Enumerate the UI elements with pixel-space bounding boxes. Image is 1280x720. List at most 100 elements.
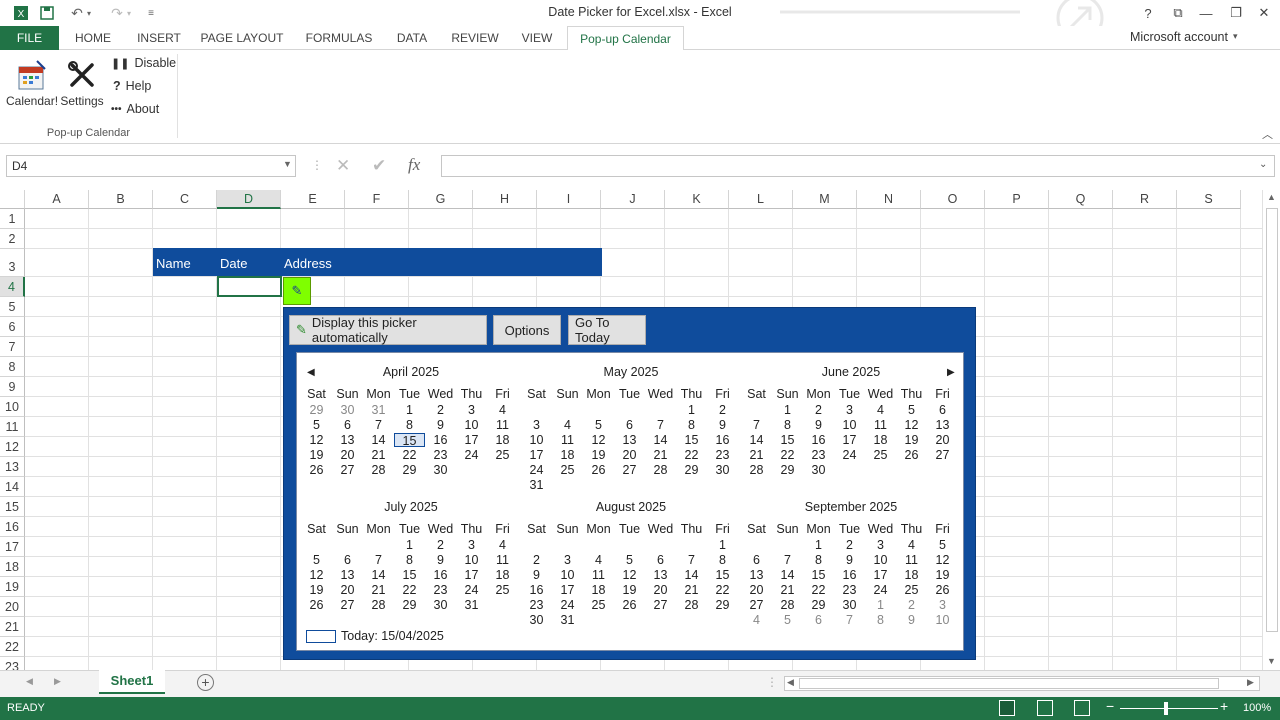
calendar-day[interactable]: 20: [614, 448, 645, 462]
calendar-day[interactable]: 13: [614, 433, 645, 447]
calendar-day[interactable]: 27: [741, 598, 772, 612]
row-header-1[interactable]: 1: [0, 209, 25, 229]
calendar-day[interactable]: 29: [707, 598, 738, 612]
calendar-day[interactable]: 23: [425, 583, 456, 597]
tab-formulas[interactable]: FORMULAS: [300, 26, 378, 50]
vertical-scrollbar[interactable]: ▲ ▼: [1262, 190, 1280, 670]
calendar-day[interactable]: 24: [521, 463, 552, 477]
scroll-left-icon[interactable]: ◀: [787, 677, 794, 688]
row-header-13[interactable]: 13: [0, 457, 25, 477]
calendar-day[interactable]: 18: [487, 568, 518, 582]
row-header-5[interactable]: 5: [0, 297, 25, 317]
calendar-day[interactable]: 10: [521, 433, 552, 447]
cancel-icon[interactable]: ✕: [336, 156, 350, 176]
calendar-day[interactable]: 2: [896, 598, 927, 612]
calendar-day[interactable]: 30: [803, 463, 834, 477]
next-sheet-icon[interactable]: ▶: [54, 676, 61, 687]
calendar-day[interactable]: 22: [803, 583, 834, 597]
calendar-day[interactable]: 25: [583, 598, 614, 612]
row-header-22[interactable]: 22: [0, 637, 25, 657]
name-box[interactable]: D4: [6, 155, 296, 177]
calendar-day[interactable]: 6: [741, 553, 772, 567]
calendar-day[interactable]: 6: [614, 418, 645, 432]
today-label[interactable]: Today: 15/04/2025: [341, 629, 444, 643]
calendar-day[interactable]: 16: [834, 568, 865, 582]
column-header-s[interactable]: S: [1177, 190, 1241, 209]
row-header-8[interactable]: 8: [0, 357, 25, 377]
calendar-day[interactable]: 5: [896, 403, 927, 417]
calendar-day[interactable]: 22: [772, 448, 803, 462]
calendar-day[interactable]: 19: [301, 448, 332, 462]
calendar-day[interactable]: 16: [425, 568, 456, 582]
calendar-day[interactable]: 20: [332, 583, 363, 597]
calendar-day[interactable]: 21: [676, 583, 707, 597]
calendar-day[interactable]: 10: [456, 418, 487, 432]
calendar-day[interactable]: 28: [676, 598, 707, 612]
calendar-day[interactable]: 19: [896, 433, 927, 447]
calendar-day[interactable]: 7: [741, 418, 772, 432]
calendar-day[interactable]: 28: [645, 463, 676, 477]
column-header-k[interactable]: K: [665, 190, 729, 209]
calendar-day[interactable]: 13: [741, 568, 772, 582]
tab-split-grip-icon[interactable]: ⋮: [766, 675, 778, 689]
calendar-day[interactable]: 3: [927, 598, 958, 612]
calendar-day[interactable]: 29: [772, 463, 803, 477]
calendar-day[interactable]: 4: [741, 613, 772, 627]
tab-popup-calendar[interactable]: Pop-up Calendar: [567, 26, 684, 51]
calendar-day[interactable]: 7: [772, 553, 803, 567]
column-header-q[interactable]: Q: [1049, 190, 1113, 209]
calendar-day[interactable]: 30: [834, 598, 865, 612]
enter-icon[interactable]: ✔: [372, 156, 386, 176]
restore-icon[interactable]: ❐: [1222, 2, 1250, 24]
calendar-day[interactable]: 25: [896, 583, 927, 597]
calendar-day[interactable]: 1: [676, 403, 707, 417]
calendar-day[interactable]: 27: [645, 598, 676, 612]
calendar-day[interactable]: 9: [707, 418, 738, 432]
calendar-day[interactable]: 5: [927, 538, 958, 552]
calendar-day[interactable]: 3: [456, 538, 487, 552]
column-header-b[interactable]: B: [89, 190, 153, 209]
calendar-day[interactable]: 3: [865, 538, 896, 552]
calendar-day[interactable]: 20: [741, 583, 772, 597]
column-header-h[interactable]: H: [473, 190, 537, 209]
calendar-day[interactable]: 10: [456, 553, 487, 567]
calendar-day[interactable]: 4: [487, 403, 518, 417]
calendar-day[interactable]: 28: [772, 598, 803, 612]
calendar-day[interactable]: 13: [332, 568, 363, 582]
account-dropdown-icon[interactable]: ▾: [1233, 31, 1238, 42]
calendar-day[interactable]: 2: [425, 538, 456, 552]
column-header-m[interactable]: M: [793, 190, 857, 209]
calendar-day[interactable]: 9: [521, 568, 552, 582]
calendar-day[interactable]: 21: [741, 448, 772, 462]
calendar-day[interactable]: 6: [927, 403, 958, 417]
column-header-j[interactable]: J: [601, 190, 665, 209]
calendar-day[interactable]: 30: [425, 463, 456, 477]
row-header-11[interactable]: 11: [0, 417, 25, 437]
row-header-12[interactable]: 12: [0, 437, 25, 457]
calendar-day[interactable]: 1: [865, 598, 896, 612]
tab-page-layout[interactable]: PAGE LAYOUT: [198, 26, 286, 50]
calendar-day[interactable]: 24: [552, 598, 583, 612]
calendar-day[interactable]: 8: [394, 553, 425, 567]
calendar-day[interactable]: 24: [865, 583, 896, 597]
sheet-tab-sheet1[interactable]: Sheet1: [99, 670, 165, 694]
calendar-day[interactable]: 6: [332, 553, 363, 567]
column-header-c[interactable]: C: [153, 190, 217, 209]
calendar-day[interactable]: 30: [425, 598, 456, 612]
calendar-day[interactable]: 10: [865, 553, 896, 567]
calendar-day[interactable]: 8: [772, 418, 803, 432]
column-header-i[interactable]: I: [537, 190, 601, 209]
scroll-right-icon[interactable]: ▶: [1247, 677, 1254, 688]
calendar-day[interactable]: 21: [645, 448, 676, 462]
calendar-day[interactable]: 5: [583, 418, 614, 432]
calendar-day[interactable]: 12: [896, 418, 927, 432]
calendar-day[interactable]: 24: [456, 583, 487, 597]
calendar-day[interactable]: 4: [865, 403, 896, 417]
calendar-day[interactable]: 31: [552, 613, 583, 627]
calendar-day[interactable]: 31: [363, 403, 394, 417]
calendar-day[interactable]: 7: [363, 553, 394, 567]
row-header-3[interactable]: 3: [0, 249, 25, 277]
help-button[interactable]: ? Help: [113, 79, 151, 93]
calendar-day[interactable]: 7: [363, 418, 394, 432]
calendar-day[interactable]: 28: [363, 463, 394, 477]
